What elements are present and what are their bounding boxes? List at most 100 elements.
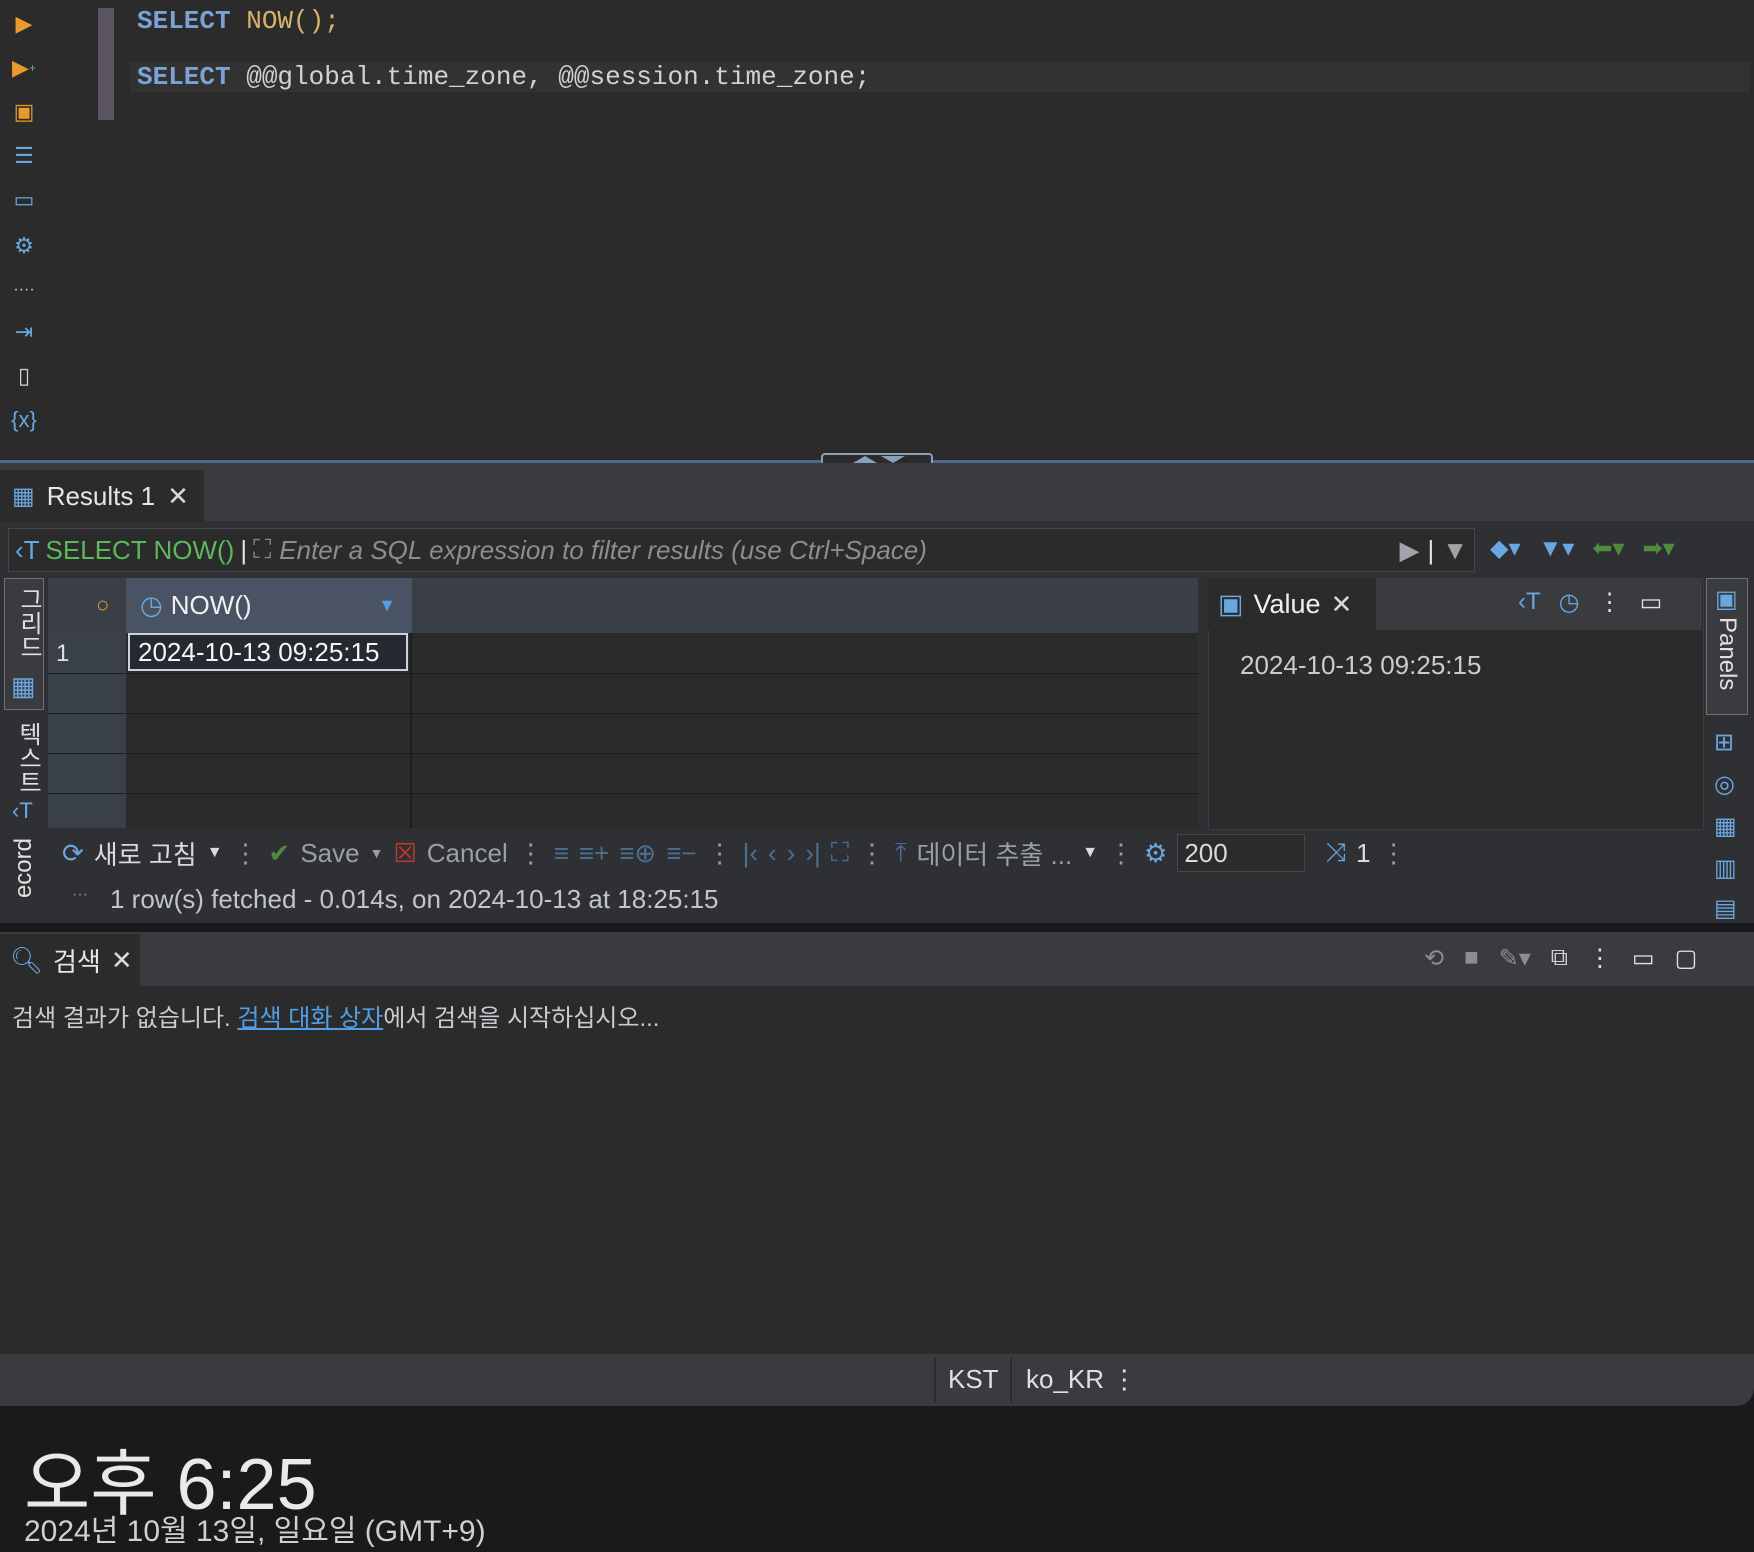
maximize-icon[interactable]: ▢ — [1675, 944, 1698, 973]
table-row — [48, 753, 1198, 794]
close-icon[interactable]: ✕ — [111, 945, 133, 976]
export-dropdown-icon[interactable]: ▼ — [1082, 844, 1098, 862]
sql-function: NOW(); — [230, 6, 340, 36]
refresh-dropdown-icon[interactable]: ▼ — [207, 844, 223, 862]
export-data-button[interactable]: 데이터 추출 ... — [916, 835, 1072, 872]
prev-page-icon[interactable]: ‹ — [768, 838, 777, 869]
copy-row-icon[interactable]: ≡⊕ — [619, 838, 656, 869]
locale-text: ko_KR — [1026, 1364, 1105, 1394]
grid-header-filler — [412, 578, 1198, 633]
filter-bar[interactable]: ‹T SELECT NOW() | ⛶ Enter a SQL expressi… — [8, 528, 1475, 572]
refresh-button[interactable]: 새로 고침 — [94, 835, 197, 872]
sync-icon[interactable]: ⟲ — [1424, 944, 1444, 973]
side-tab-grid[interactable]: 그리드 ▦ — [4, 578, 44, 710]
forward-arrow-icon[interactable]: ➡▾ — [1642, 534, 1674, 563]
save-button[interactable]: Save — [300, 838, 359, 869]
close-icon[interactable]: ✕ — [1331, 589, 1353, 620]
metadata-icon[interactable]: ⊞ — [1714, 728, 1734, 757]
locale-indicator[interactable]: ko_KR ⋮ — [1026, 1364, 1137, 1395]
minimize-icon[interactable]: ▭ — [1640, 588, 1663, 617]
column-header-now[interactable]: ◷ NOW() ▼ — [126, 578, 412, 633]
panels-label: Panels — [1714, 617, 1741, 691]
results-view-switcher: 그리드 ▦ 텍스트 ‹T ecord — [0, 578, 46, 923]
row-count: 1 — [1356, 837, 1371, 868]
settings-icon[interactable]: ⚙ — [8, 230, 40, 262]
search-dialog-link[interactable]: 검색 대화 상자 — [237, 1005, 383, 1032]
first-page-icon[interactable]: |‹ — [743, 838, 758, 869]
variables-icon[interactable]: {x} — [8, 404, 40, 436]
row-select-icon[interactable]: ○ — [96, 592, 109, 618]
tab-search[interactable]: 🔍︎ 검색 ✕ — [0, 934, 140, 986]
delete-row-icon[interactable]: ≡− — [666, 838, 696, 869]
edit-row-icon[interactable]: ≡ — [554, 838, 569, 869]
layout-icon[interactable]: ▤ — [1714, 894, 1737, 923]
expand-icon[interactable]: ⛶ — [253, 534, 271, 566]
code-line-1[interactable]: SELECT NOW(); — [137, 6, 340, 36]
fetch-all-icon[interactable]: ⛶ — [831, 837, 849, 869]
explain-plan-icon[interactable]: ☰ — [8, 140, 40, 172]
more-options-icon[interactable]: ⋮ — [1598, 588, 1622, 617]
search-results-body — [0, 986, 1754, 1354]
console-icon[interactable]: ▭ — [8, 184, 40, 216]
minimize-icon[interactable]: ▭ — [1632, 944, 1655, 973]
more-options-icon[interactable]: ⋮ — [1588, 944, 1612, 973]
side-tab-text[interactable]: 텍스트 ‹T — [4, 718, 42, 828]
chart-icon[interactable]: ▥ — [1714, 854, 1737, 883]
more-icon[interactable]: ···· — [8, 274, 40, 306]
filter-input[interactable]: Enter a SQL expression to filter results… — [279, 535, 1399, 566]
fetch-size-input[interactable]: 200 — [1177, 834, 1306, 872]
desktop-clock-date: 2024년 10월 13일, 일요일 (GMT+9) — [24, 1515, 486, 1548]
cancel-button[interactable]: Cancel — [427, 838, 508, 869]
cancel-icon[interactable]: ☒ — [393, 838, 416, 869]
more-icon[interactable]: ⋮ — [1381, 838, 1407, 869]
stop-icon[interactable]: ■ — [1464, 944, 1479, 973]
message-text: 에서 검색을 시작하십시오... — [383, 1005, 660, 1032]
next-page-icon[interactable]: › — [787, 838, 796, 869]
pin-icon[interactable]: ⧉ — [1551, 944, 1568, 973]
tab-results-1[interactable]: ▦ Results 1 ✕ — [0, 470, 204, 522]
search-actions: ⟲ ■ ✎▾ ⧉ ⋮ ▭ ▢ — [1424, 944, 1697, 973]
history-icon[interactable]: ✎▾ — [1499, 944, 1531, 973]
export-icon[interactable]: ⤒ — [895, 837, 907, 869]
clock-icon: ◷ — [140, 590, 163, 620]
apply-filter-icon[interactable]: ▶ — [1400, 535, 1420, 566]
last-page-icon[interactable]: ›| — [805, 838, 820, 869]
add-row-icon[interactable]: ≡+ — [579, 838, 609, 869]
settings-icon[interactable]: ⚙ — [1144, 838, 1167, 869]
separator: | — [1427, 534, 1435, 565]
refresh-icon[interactable]: ⟳ — [62, 838, 84, 869]
tab-value[interactable]: ▣ Value ✕ — [1208, 578, 1376, 630]
filter-icon[interactable]: ▼▾ — [1539, 534, 1575, 563]
editor-left-toolbar: ▶ ▶ + ▣ ☰ ▭ ⚙ ···· ⇥ ▯ {x} — [0, 0, 48, 460]
execute-icon[interactable]: ▶ — [8, 8, 40, 40]
grouping-icon[interactable]: ◎ — [1714, 770, 1735, 799]
side-tab-label: 텍스트 — [14, 722, 41, 794]
results-status-text: 1 row(s) fetched - 0.014s, on 2024-10-13… — [110, 884, 719, 914]
panels-toggle[interactable]: ▣ Panels — [1706, 578, 1748, 715]
calendar-icon[interactable]: ▦ — [1714, 812, 1737, 841]
side-tab-record[interactable]: ecord — [4, 838, 42, 923]
sql-expression: @@global.time_zone, @@session.time_zone; — [230, 62, 871, 92]
statement-marker — [98, 8, 114, 120]
tab-label: Value — [1253, 588, 1321, 619]
export-icon[interactable]: ⇥ — [8, 316, 40, 348]
eraser-icon[interactable]: ◆▾ — [1490, 534, 1521, 563]
save-dropdown-icon[interactable]: ▼ — [370, 845, 384, 861]
value-text[interactable]: 2024-10-13 09:25:15 — [1240, 650, 1481, 681]
execute-new-tab-icon[interactable]: ▶ + — [8, 52, 40, 84]
clock-icon[interactable]: ◷ — [1559, 588, 1580, 617]
filter-history-dropdown-icon[interactable]: ▼ — [1442, 535, 1468, 566]
text-format-icon[interactable]: ‹T — [1518, 588, 1541, 617]
side-tab-label: 그리드 — [15, 587, 42, 659]
timezone-indicator[interactable]: KST — [948, 1364, 999, 1395]
save-icon[interactable]: ✔ — [269, 838, 291, 869]
execute-script-icon[interactable]: ▣ — [8, 96, 40, 128]
problems-icon[interactable]: ▯ — [8, 360, 40, 392]
code-line-2[interactable]: SELECT @@global.time_zone, @@session.tim… — [137, 62, 870, 92]
sort-dropdown-icon[interactable]: ▼ — [378, 595, 396, 616]
back-arrow-icon[interactable]: ⬅▾ — [1592, 534, 1624, 563]
close-icon[interactable]: ✕ — [167, 481, 189, 512]
selected-cell[interactable]: 2024-10-13 09:25:15 — [128, 633, 408, 671]
row-number-cell[interactable]: 1 — [48, 633, 126, 673]
status-bar — [0, 1354, 1754, 1406]
